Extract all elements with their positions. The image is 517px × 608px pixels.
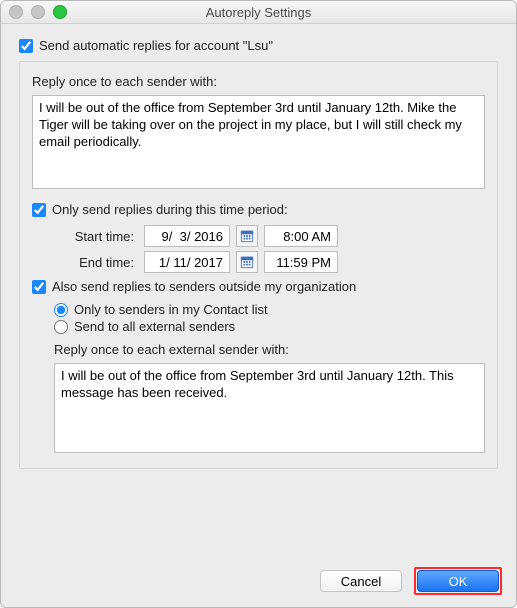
zoom-icon[interactable] [53,5,67,19]
external-senders-checkbox[interactable] [32,280,46,294]
end-date-picker-button[interactable] [236,251,258,273]
external-reply-textarea[interactable] [54,363,485,453]
window-controls [9,5,67,19]
send-automatic-replies-label[interactable]: Send automatic replies for account "Lsu" [39,38,273,53]
time-period-label[interactable]: Only send replies during this time perio… [52,202,288,217]
internal-reply-textarea[interactable] [32,95,485,189]
autoreply-settings-window: Autoreply Settings Send automatic replie… [0,0,517,608]
end-time-label: End time: [54,255,138,270]
start-date-field[interactable] [144,225,230,247]
window-title: Autoreply Settings [1,5,516,20]
internal-reply-label: Reply once to each sender with: [32,74,485,89]
end-time-field[interactable] [264,251,338,273]
calendar-icon [240,229,254,243]
minimize-icon[interactable] [31,5,45,19]
settings-panel: Reply once to each sender with: Only sen… [19,61,498,469]
all-external-radio[interactable] [54,320,68,334]
titlebar: Autoreply Settings [1,1,516,24]
all-external-label[interactable]: Send to all external senders [74,319,235,334]
time-period-checkbox[interactable] [32,203,46,217]
send-automatic-replies-checkbox[interactable] [19,39,33,53]
ok-button-highlight: OK [414,567,502,595]
end-date-field[interactable] [144,251,230,273]
close-icon[interactable] [9,5,23,19]
start-time-label: Start time: [54,229,138,244]
only-contacts-radio[interactable] [54,303,68,317]
external-senders-label[interactable]: Also send replies to senders outside my … [52,279,356,294]
ok-button[interactable]: OK [417,570,499,592]
calendar-icon [240,255,254,269]
start-time-field[interactable] [264,225,338,247]
only-contacts-label[interactable]: Only to senders in my Contact list [74,302,268,317]
external-reply-label: Reply once to each external sender with: [54,342,485,357]
start-date-picker-button[interactable] [236,225,258,247]
cancel-button[interactable]: Cancel [320,570,402,592]
